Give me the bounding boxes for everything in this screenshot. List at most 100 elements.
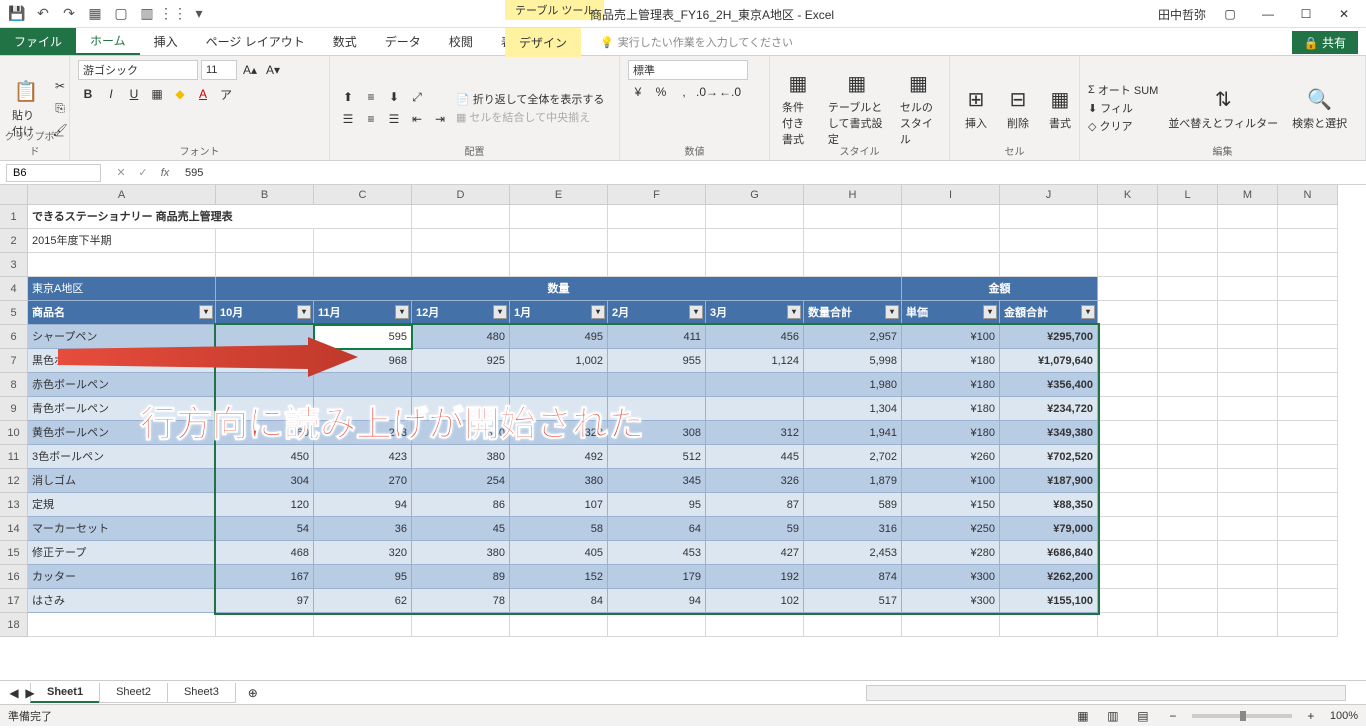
cell[interactable]: 405 — [510, 541, 608, 565]
cell[interactable] — [1098, 445, 1158, 469]
cell[interactable] — [608, 229, 706, 253]
cell[interactable] — [1278, 565, 1338, 589]
cell[interactable] — [1158, 253, 1218, 277]
row-header[interactable]: 14 — [0, 517, 28, 541]
cell[interactable] — [314, 253, 412, 277]
cell[interactable]: 445 — [706, 445, 804, 469]
phonetic-icon[interactable]: ア — [216, 84, 236, 104]
column-header[interactable]: H — [804, 185, 902, 205]
cell[interactable]: 定規 — [28, 493, 216, 517]
row-header[interactable]: 6 — [0, 325, 28, 349]
cell[interactable] — [1098, 301, 1158, 325]
cell[interactable] — [706, 373, 804, 397]
cell[interactable]: 消しゴム — [28, 469, 216, 493]
cell[interactable] — [1278, 205, 1338, 229]
cell[interactable] — [1218, 493, 1278, 517]
cell[interactable]: 11月▾ — [314, 301, 412, 325]
cell[interactable]: はさみ — [28, 589, 216, 613]
cell[interactable]: 45 — [412, 517, 510, 541]
percent-icon[interactable]: % — [651, 82, 671, 102]
close-icon[interactable]: ✕ — [1330, 4, 1358, 24]
cell[interactable] — [1278, 301, 1338, 325]
cancel-formula-icon[interactable]: ✕ — [111, 164, 131, 182]
row-header[interactable]: 1 — [0, 205, 28, 229]
cell[interactable]: 2015年度下半期 — [28, 229, 216, 253]
cell[interactable] — [1218, 421, 1278, 445]
cell[interactable] — [1158, 613, 1218, 637]
cell[interactable] — [1218, 349, 1278, 373]
filter-dropdown-icon[interactable]: ▾ — [591, 305, 605, 319]
cell[interactable] — [706, 253, 804, 277]
column-header[interactable]: J — [1000, 185, 1098, 205]
cell[interactable]: 167 — [216, 565, 314, 589]
cell[interactable]: 360 — [216, 421, 314, 445]
cell[interactable] — [1158, 445, 1218, 469]
bold-icon[interactable]: B — [78, 84, 98, 104]
cell[interactable] — [1158, 373, 1218, 397]
font-name-select[interactable]: 游ゴシック — [78, 60, 198, 80]
qat-icon-1[interactable]: ▦ — [84, 3, 106, 25]
wrap-text-button[interactable]: 📄 折り返して全体を表示する — [456, 91, 604, 107]
zoom-in-icon[interactable]: + — [1300, 707, 1322, 725]
sheet-tab[interactable]: Sheet3 — [167, 683, 236, 703]
row-header[interactable]: 15 — [0, 541, 28, 565]
zoom-slider[interactable] — [1192, 714, 1292, 718]
row-header[interactable]: 11 — [0, 445, 28, 469]
formula-input[interactable]: 595 — [179, 165, 1366, 181]
cell[interactable] — [1218, 469, 1278, 493]
orientation-icon[interactable]: ⤢ — [407, 87, 427, 107]
cell[interactable] — [608, 397, 706, 421]
cell[interactable]: 94 — [608, 589, 706, 613]
row-header[interactable]: 8 — [0, 373, 28, 397]
cell[interactable]: 84 — [510, 589, 608, 613]
decrease-font-icon[interactable]: A▾ — [263, 60, 283, 80]
cell[interactable] — [804, 229, 902, 253]
cell[interactable] — [1218, 445, 1278, 469]
qat-icon-2[interactable]: ▢ — [110, 3, 132, 25]
row-header[interactable]: 17 — [0, 589, 28, 613]
cell[interactable] — [1278, 277, 1338, 301]
cell[interactable]: 86 — [412, 493, 510, 517]
column-header[interactable]: B — [216, 185, 314, 205]
sheet-tab[interactable]: Sheet2 — [99, 683, 168, 703]
cell[interactable]: 12月▾ — [412, 301, 510, 325]
cell[interactable] — [1158, 517, 1218, 541]
cell[interactable] — [902, 253, 1000, 277]
cell[interactable]: ¥280 — [902, 541, 1000, 565]
cell[interactable] — [1218, 397, 1278, 421]
row-header[interactable]: 7 — [0, 349, 28, 373]
cell[interactable]: 955 — [608, 349, 706, 373]
share-button[interactable]: 🔒 共有 — [1292, 31, 1358, 54]
column-header[interactable]: I — [902, 185, 1000, 205]
cell[interactable]: シャープペン — [28, 325, 216, 349]
increase-font-icon[interactable]: A▴ — [240, 60, 260, 80]
column-header[interactable]: N — [1278, 185, 1338, 205]
column-header[interactable]: M — [1218, 185, 1278, 205]
cell[interactable]: 単価▾ — [902, 301, 1000, 325]
cell[interactable]: 312 — [706, 421, 804, 445]
format-as-table-button[interactable]: ▦テーブルとして書式設定 — [824, 67, 890, 149]
cell[interactable]: ¥260 — [902, 445, 1000, 469]
cell[interactable]: 97 — [216, 589, 314, 613]
cell[interactable] — [1158, 565, 1218, 589]
align-left-icon[interactable]: ☰ — [338, 109, 358, 129]
column-header[interactable]: C — [314, 185, 412, 205]
cell[interactable] — [1218, 205, 1278, 229]
cell[interactable] — [1158, 205, 1218, 229]
align-middle-icon[interactable]: ≡ — [361, 87, 381, 107]
cell[interactable] — [1098, 493, 1158, 517]
new-sheet-icon[interactable]: ⊕ — [243, 683, 263, 703]
cell[interactable] — [1098, 253, 1158, 277]
comma-icon[interactable]: , — [674, 82, 694, 102]
filter-dropdown-icon[interactable]: ▾ — [689, 305, 703, 319]
cell[interactable]: 423 — [314, 445, 412, 469]
cell[interactable] — [1158, 349, 1218, 373]
cell[interactable] — [1098, 229, 1158, 253]
filter-dropdown-icon[interactable]: ▾ — [297, 305, 311, 319]
qat-icon-3[interactable]: ▥ — [136, 3, 158, 25]
fill-color-icon[interactable]: ◆ — [170, 84, 190, 104]
cell[interactable]: 380 — [510, 469, 608, 493]
tab-formulas[interactable]: 数式 — [319, 28, 371, 55]
cell[interactable]: カッター — [28, 565, 216, 589]
page-layout-view-icon[interactable]: ▥ — [1102, 707, 1124, 725]
